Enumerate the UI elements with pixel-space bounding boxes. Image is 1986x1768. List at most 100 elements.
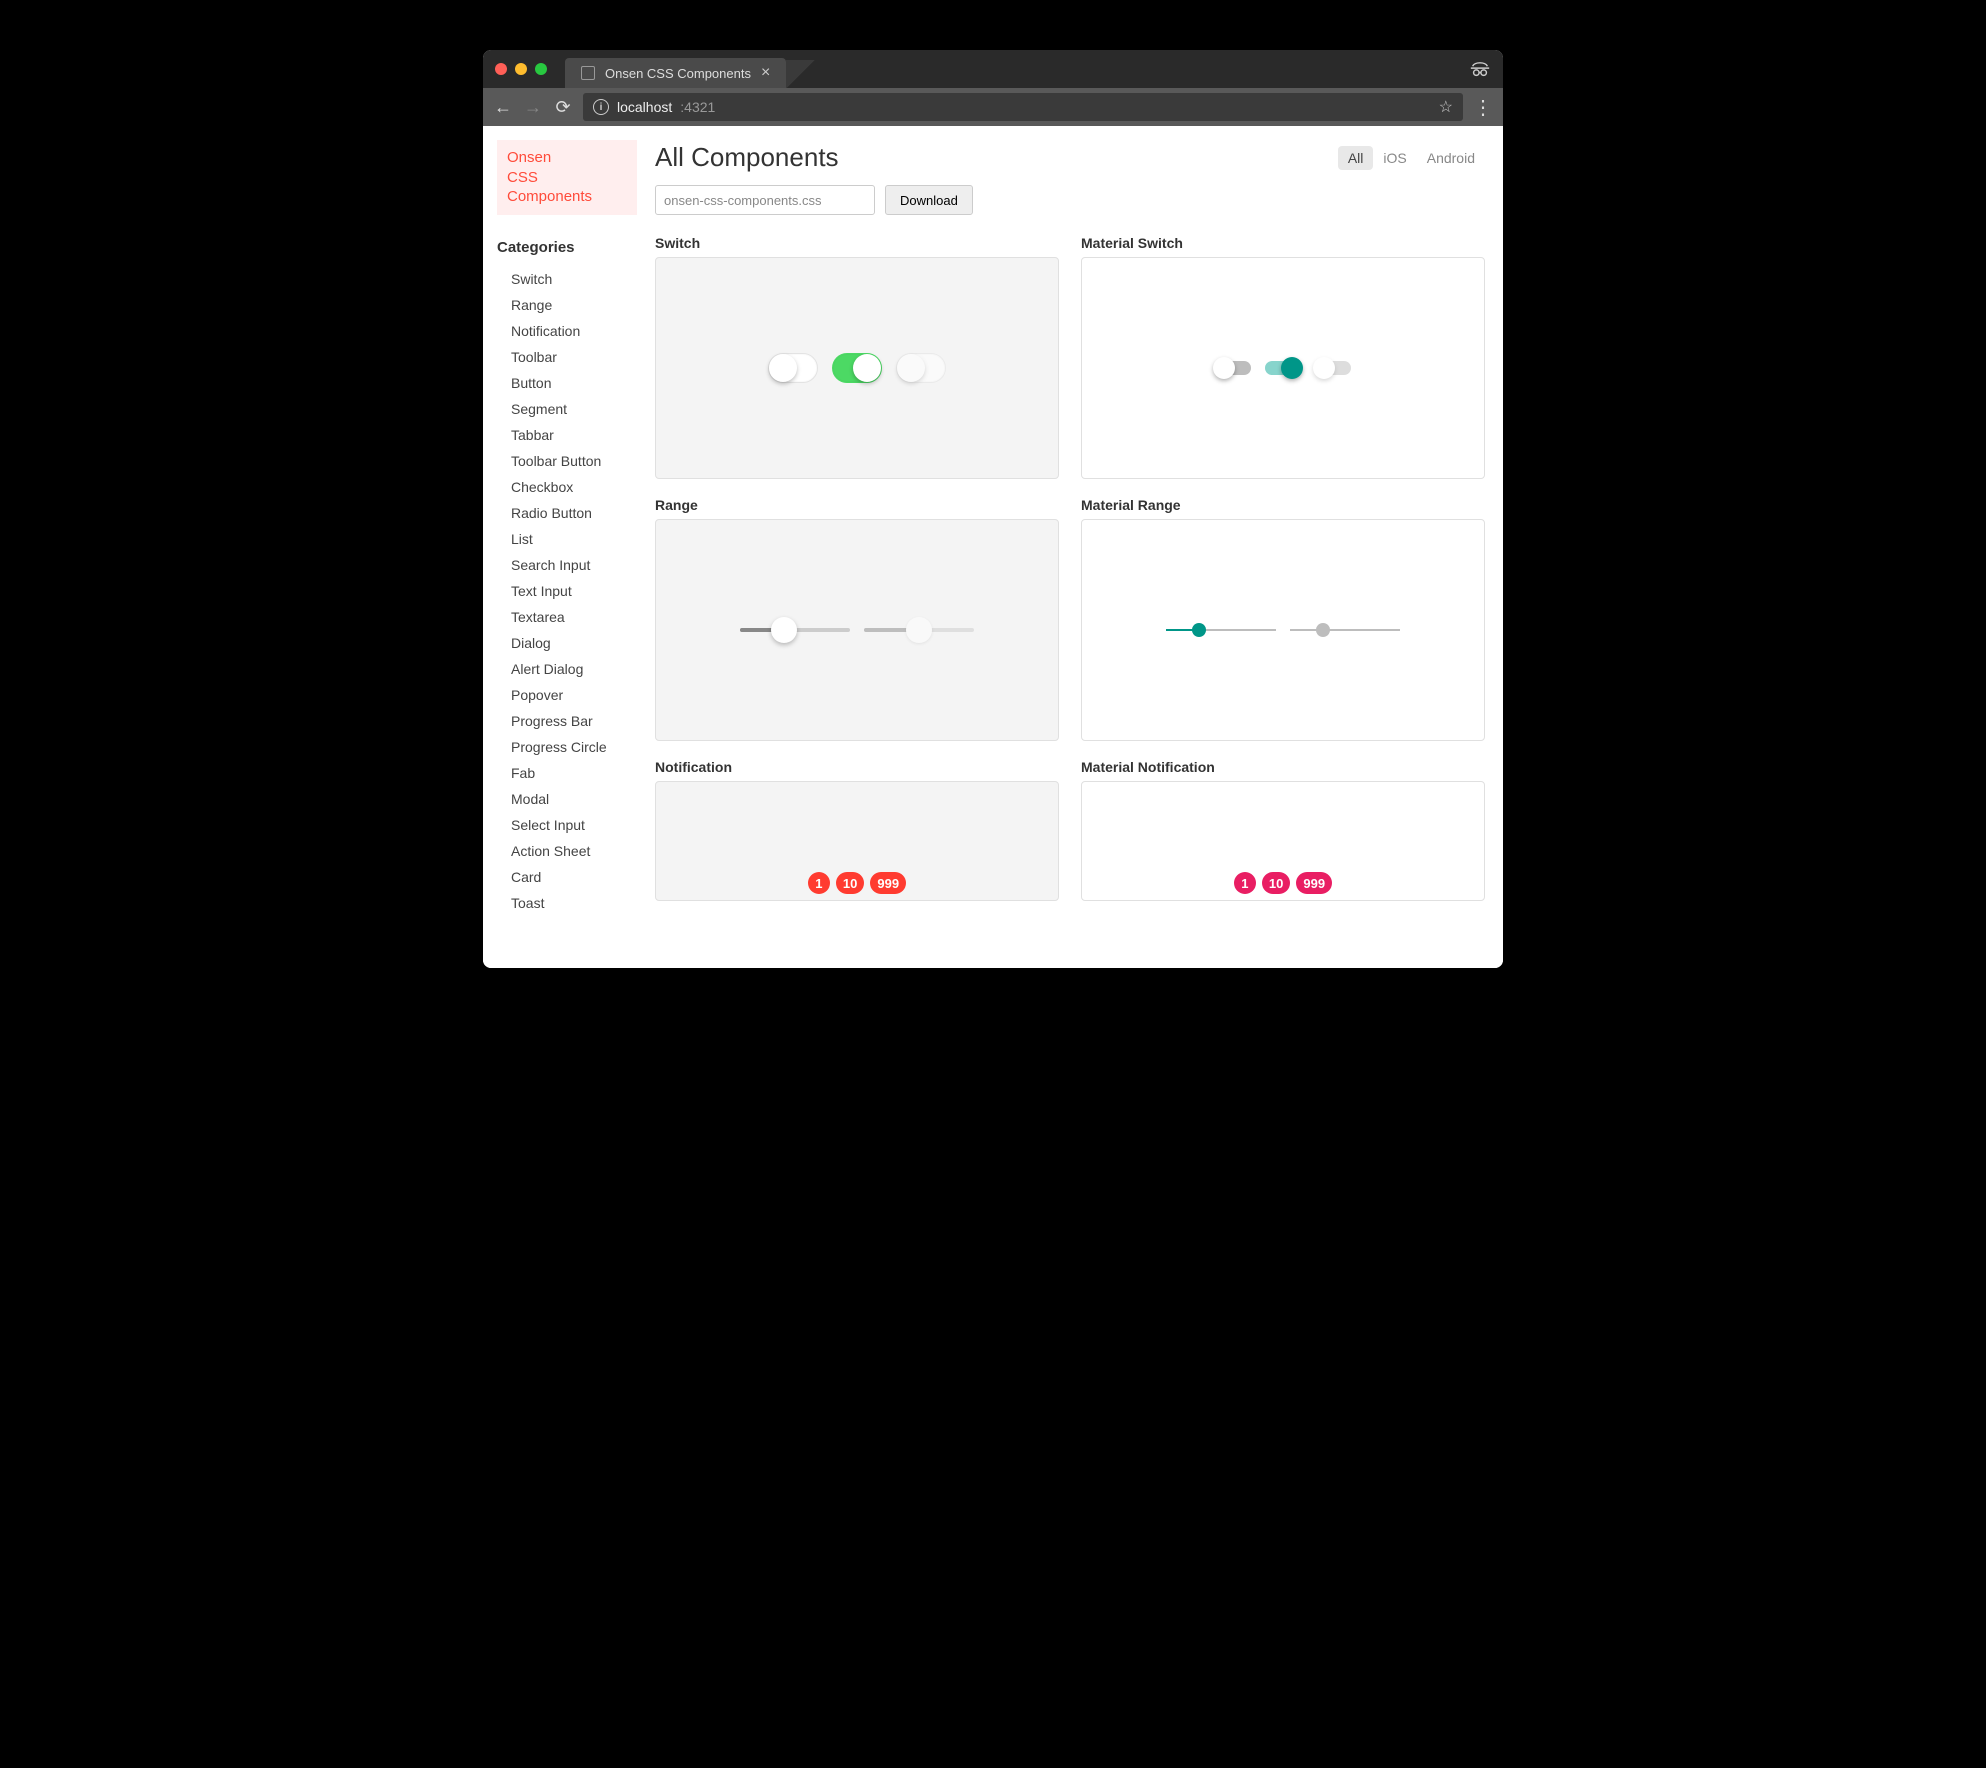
platform-filter-all[interactable]: All (1338, 146, 1374, 170)
md-switch-off[interactable] (1215, 361, 1251, 375)
component-notification-ios: Notification 1 10 999 (655, 759, 1059, 901)
sidebar-item[interactable]: Button (497, 370, 637, 396)
sidebar-item[interactable]: Toolbar (497, 344, 637, 370)
browser-tab[interactable]: Onsen CSS Components × (565, 58, 786, 88)
platform-filter: AlliOSAndroid (1338, 146, 1485, 170)
ios-switch-off[interactable] (768, 353, 818, 383)
sidebar-item[interactable]: Radio Button (497, 500, 637, 526)
back-button[interactable]: ← (493, 97, 513, 117)
logo-line: CSS (507, 168, 627, 188)
close-tab-button[interactable]: × (761, 64, 770, 82)
sidebar-item[interactable]: Modal (497, 786, 637, 812)
sidebar-item[interactable]: Dialog (497, 630, 637, 656)
page-icon (581, 66, 595, 80)
sidebar-item[interactable]: Toast (497, 890, 637, 916)
component-notification-md: Material Notification 1 10 999 (1081, 759, 1485, 901)
incognito-icon (1469, 58, 1491, 80)
preview-switch-ios (655, 257, 1059, 479)
preview-notification-md: 1 10 999 (1081, 781, 1485, 901)
logo-line: Components (507, 187, 627, 207)
sidebar-item[interactable]: Checkbox (497, 474, 637, 500)
sidebar-item[interactable]: Range (497, 292, 637, 318)
address-bar: ← → ⟳ i localhost :4321 ☆ ⋮ (483, 88, 1503, 126)
minimize-window-button[interactable] (515, 63, 527, 75)
site-info-icon[interactable]: i (593, 99, 609, 115)
ios-range[interactable] (740, 628, 850, 632)
download-button[interactable]: Download (885, 185, 973, 215)
component-label: Material Notification (1081, 759, 1485, 775)
url-port: :4321 (680, 99, 715, 115)
platform-filter-android[interactable]: Android (1417, 146, 1485, 170)
sidebar-item[interactable]: Tabbar (497, 422, 637, 448)
sidebar-item[interactable]: Select Input (497, 812, 637, 838)
notification-badge: 10 (836, 872, 864, 894)
app-logo[interactable]: Onsen CSS Components (497, 140, 637, 215)
categories-heading: Categories (497, 239, 637, 256)
url-host: localhost (617, 99, 672, 115)
reload-button[interactable]: ⟳ (553, 97, 573, 117)
preview-notification-ios: 1 10 999 (655, 781, 1059, 901)
page-title: All Components (655, 142, 839, 173)
browser-window: Onsen CSS Components × ← → ⟳ i localhost… (483, 50, 1503, 968)
notification-badge: 1 (808, 872, 830, 894)
download-row: Download (655, 185, 1485, 215)
md-switch-disabled (1315, 361, 1351, 375)
forward-button[interactable]: → (523, 97, 543, 117)
notification-badge: 1 (1234, 872, 1256, 894)
sidebar-item[interactable]: Alert Dialog (497, 656, 637, 682)
component-label: Notification (655, 759, 1059, 775)
ios-switch-on[interactable] (832, 353, 882, 383)
url-field[interactable]: i localhost :4321 ☆ (583, 93, 1463, 121)
md-switch-on[interactable] (1265, 361, 1301, 375)
logo-line: Onsen (507, 148, 627, 168)
preview-range-md (1081, 519, 1485, 741)
categories-list: SwitchRangeNotificationToolbarButtonSegm… (497, 266, 637, 916)
page-content: Onsen CSS Components Categories SwitchRa… (483, 126, 1503, 968)
new-tab-hint[interactable] (786, 60, 816, 88)
sidebar-item[interactable]: Textarea (497, 604, 637, 630)
traffic-lights (495, 63, 547, 75)
sidebar-item[interactable]: Progress Circle (497, 734, 637, 760)
close-window-button[interactable] (495, 63, 507, 75)
component-switch-md: Material Switch (1081, 235, 1485, 479)
sidebar-item[interactable]: Fab (497, 760, 637, 786)
sidebar-item[interactable]: Popover (497, 682, 637, 708)
ios-switch-disabled (896, 353, 946, 383)
platform-filter-ios[interactable]: iOS (1373, 146, 1416, 170)
component-label: Switch (655, 235, 1059, 251)
notification-badge: 999 (870, 872, 906, 894)
sidebar-item[interactable]: Toolbar Button (497, 448, 637, 474)
preview-range-ios (655, 519, 1059, 741)
zoom-window-button[interactable] (535, 63, 547, 75)
component-range-ios: Range (655, 497, 1059, 741)
notification-badge: 999 (1296, 872, 1332, 894)
sidebar-item[interactable]: Card (497, 864, 637, 890)
components-grid: Switch Material Switch (655, 235, 1485, 901)
sidebar-item[interactable]: Search Input (497, 552, 637, 578)
component-range-md: Material Range (1081, 497, 1485, 741)
sidebar-item[interactable]: Action Sheet (497, 838, 637, 864)
sidebar: Onsen CSS Components Categories SwitchRa… (483, 126, 637, 968)
notification-badge: 10 (1262, 872, 1290, 894)
sidebar-item[interactable]: Segment (497, 396, 637, 422)
component-label: Material Switch (1081, 235, 1485, 251)
bookmark-icon[interactable]: ☆ (1439, 97, 1453, 117)
md-range-disabled (1290, 629, 1400, 631)
sidebar-item[interactable]: Notification (497, 318, 637, 344)
sidebar-item[interactable]: Text Input (497, 578, 637, 604)
ios-range-disabled (864, 628, 974, 632)
sidebar-item[interactable]: List (497, 526, 637, 552)
sidebar-item[interactable]: Progress Bar (497, 708, 637, 734)
filename-input[interactable] (655, 185, 875, 215)
sidebar-item[interactable]: Switch (497, 266, 637, 292)
component-label: Range (655, 497, 1059, 513)
tab-title: Onsen CSS Components (605, 66, 751, 81)
md-range[interactable] (1166, 629, 1276, 631)
main-header: All Components AlliOSAndroid (655, 142, 1485, 173)
browser-menu-button[interactable]: ⋮ (1473, 97, 1493, 117)
window-titlebar: Onsen CSS Components × (483, 50, 1503, 88)
main-area: All Components AlliOSAndroid Download Sw… (637, 126, 1503, 968)
preview-switch-md (1081, 257, 1485, 479)
component-label: Material Range (1081, 497, 1485, 513)
component-switch-ios: Switch (655, 235, 1059, 479)
